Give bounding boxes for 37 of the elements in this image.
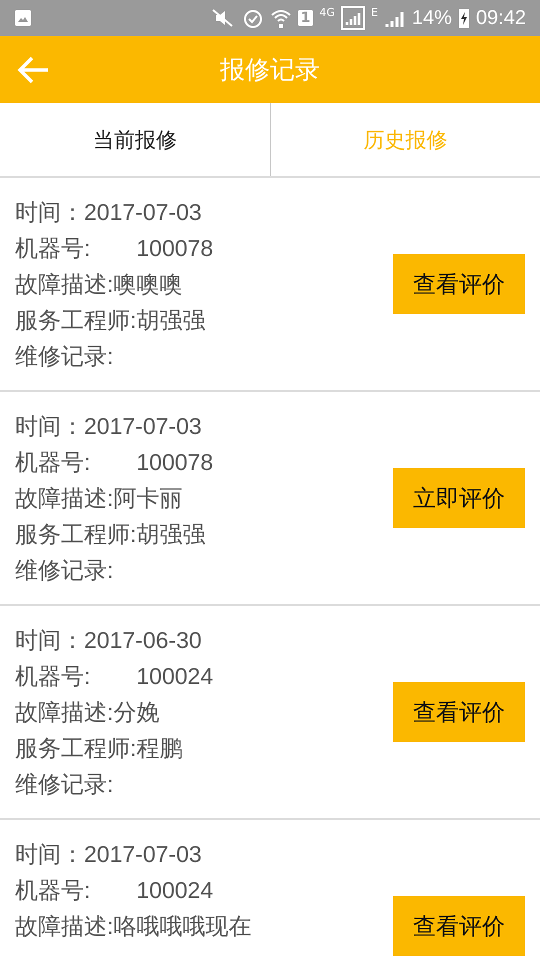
page-title: 报修记录	[219, 54, 321, 86]
repair-log: 维修记录:	[15, 342, 114, 371]
machine-label: 机器号:	[15, 234, 90, 263]
fault-description: 故障描述:噢噢噢	[15, 270, 182, 299]
machine-number: 100078	[136, 448, 214, 477]
review-button[interactable]: 立即评价	[393, 468, 525, 528]
repair-log: 维修记录:	[15, 556, 114, 585]
machine-number: 100024	[136, 876, 214, 905]
back-arrow-icon[interactable]	[16, 54, 50, 84]
machine-number: 100024	[136, 662, 214, 691]
repair-log: 维修记录:	[15, 770, 114, 799]
image-icon	[14, 9, 32, 27]
review-button[interactable]: 查看评价	[393, 682, 525, 742]
machine-label: 机器号:	[15, 662, 90, 691]
repair-time: 时间：2017-07-03	[15, 412, 202, 441]
service-engineer: 服务工程师:程鹏	[15, 734, 182, 763]
fault-description: 故障描述:咯哦哦哦现在	[15, 912, 252, 941]
repair-time: 时间：2017-07-03	[15, 840, 202, 869]
battery-charging-icon	[458, 7, 470, 29]
wifi-icon	[270, 7, 292, 29]
service-engineer: 服务工程师:胡强强	[15, 306, 206, 335]
service-engineer: 服务工程师:胡强强	[15, 520, 206, 549]
network-label: 4G	[319, 6, 335, 19]
fault-description: 故障描述:阿卡丽	[15, 484, 182, 513]
network-label: E	[370, 6, 378, 19]
battery-percent: 14%	[412, 6, 452, 30]
review-button[interactable]: 查看评价	[393, 254, 525, 314]
repair-time: 时间：2017-06-30	[15, 626, 202, 655]
machine-label: 机器号:	[15, 448, 90, 477]
machine-number: 100078	[136, 234, 214, 263]
sim-label: 1	[298, 10, 314, 26]
fault-description: 故障描述:分娩	[15, 698, 160, 727]
signal-icon	[340, 6, 365, 30]
repair-time: 时间：2017-07-03	[15, 198, 202, 227]
machine-label: 机器号:	[15, 876, 90, 905]
review-button[interactable]: 查看评价	[393, 896, 525, 956]
clock: 09:42	[476, 6, 526, 30]
